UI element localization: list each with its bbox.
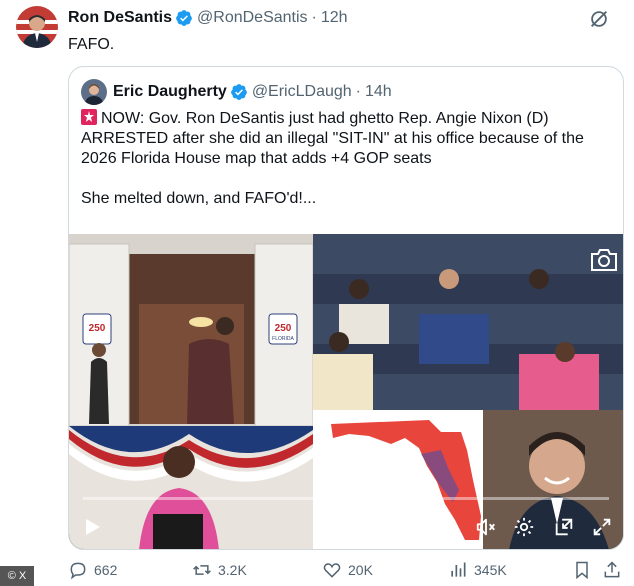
image-credit: © X — [0, 566, 34, 586]
play-icon[interactable] — [85, 518, 101, 536]
quoted-verified-badge-icon — [230, 84, 247, 100]
quoted-author-name[interactable]: Eric Daugherty — [113, 83, 227, 101]
video-controls: 0:00 / 0:54 — [69, 494, 623, 549]
author-handle[interactable]: @RonDeSantis — [197, 9, 308, 27]
quoted-separator-dot: · — [355, 83, 361, 100]
grok-icon[interactable] — [588, 8, 610, 30]
author-name[interactable]: Ron DeSantis — [68, 9, 172, 27]
share-icon — [604, 561, 620, 578]
like-button[interactable]: 20K — [322, 560, 373, 580]
door-sign-right: 250 — [275, 323, 292, 334]
views-button[interactable]: 345K — [448, 560, 507, 580]
repost-count: 3.2K — [218, 562, 247, 578]
reply-button[interactable]: 662 — [68, 560, 117, 580]
bookmark-button[interactable] — [572, 560, 592, 580]
video-time: 0:00 / 0:54 — [373, 517, 449, 534]
tweet-text: FAFO. — [68, 36, 115, 53]
heart-icon — [323, 563, 341, 578]
quoted-text-line2: She melted down, and FAFO'd!... — [81, 190, 317, 207]
repost-button[interactable]: 3.2K — [192, 560, 247, 580]
fullscreen-icon[interactable] — [591, 516, 613, 538]
camera-icon — [589, 247, 619, 273]
quoted-tweet[interactable]: Eric Daugherty @EricLDaugh · 14h NOW: Go… — [68, 66, 624, 550]
views-chart-icon — [451, 562, 466, 577]
door-sign-right-sub: FLORIDA — [272, 336, 294, 342]
quoted-author-avatar[interactable] — [81, 79, 107, 105]
video-player[interactable]: 250 250 FLORIDA 0:00 / 0:54 — [69, 234, 623, 549]
bookmark-icon — [576, 561, 588, 580]
quoted-author-handle[interactable]: @EricLDaugh — [252, 83, 352, 101]
tweet-time[interactable]: 12h — [321, 9, 348, 27]
like-count: 20K — [348, 562, 373, 578]
view-count: 345K — [474, 562, 507, 578]
progress-bar[interactable] — [83, 497, 609, 500]
tweet-header: Ron DeSantis @RonDeSantis · 12h — [68, 8, 618, 28]
police-light-icon — [81, 109, 97, 125]
settings-gear-icon[interactable] — [513, 516, 535, 538]
volume-muted-icon[interactable] — [475, 516, 497, 538]
author-avatar[interactable] — [16, 6, 58, 48]
reply-count: 662 — [94, 562, 118, 578]
repost-icon — [193, 565, 211, 575]
action-bar: 662 3.2K 20K 345K — [68, 556, 624, 584]
picture-in-picture-icon[interactable] — [553, 516, 575, 538]
quoted-text-line1: NOW: Gov. Ron DeSantis just had ghetto R… — [81, 110, 584, 167]
share-button[interactable] — [602, 560, 622, 580]
quoted-text: NOW: Gov. Ron DeSantis just had ghetto R… — [81, 109, 611, 209]
verified-badge-icon — [176, 10, 192, 26]
reply-icon — [70, 562, 86, 580]
door-sign-left: 250 — [89, 323, 106, 334]
separator-dot: · — [311, 9, 317, 26]
quoted-time: 14h — [364, 83, 392, 100]
quoted-header: Eric Daugherty @EricLDaugh · 14h — [81, 79, 392, 105]
